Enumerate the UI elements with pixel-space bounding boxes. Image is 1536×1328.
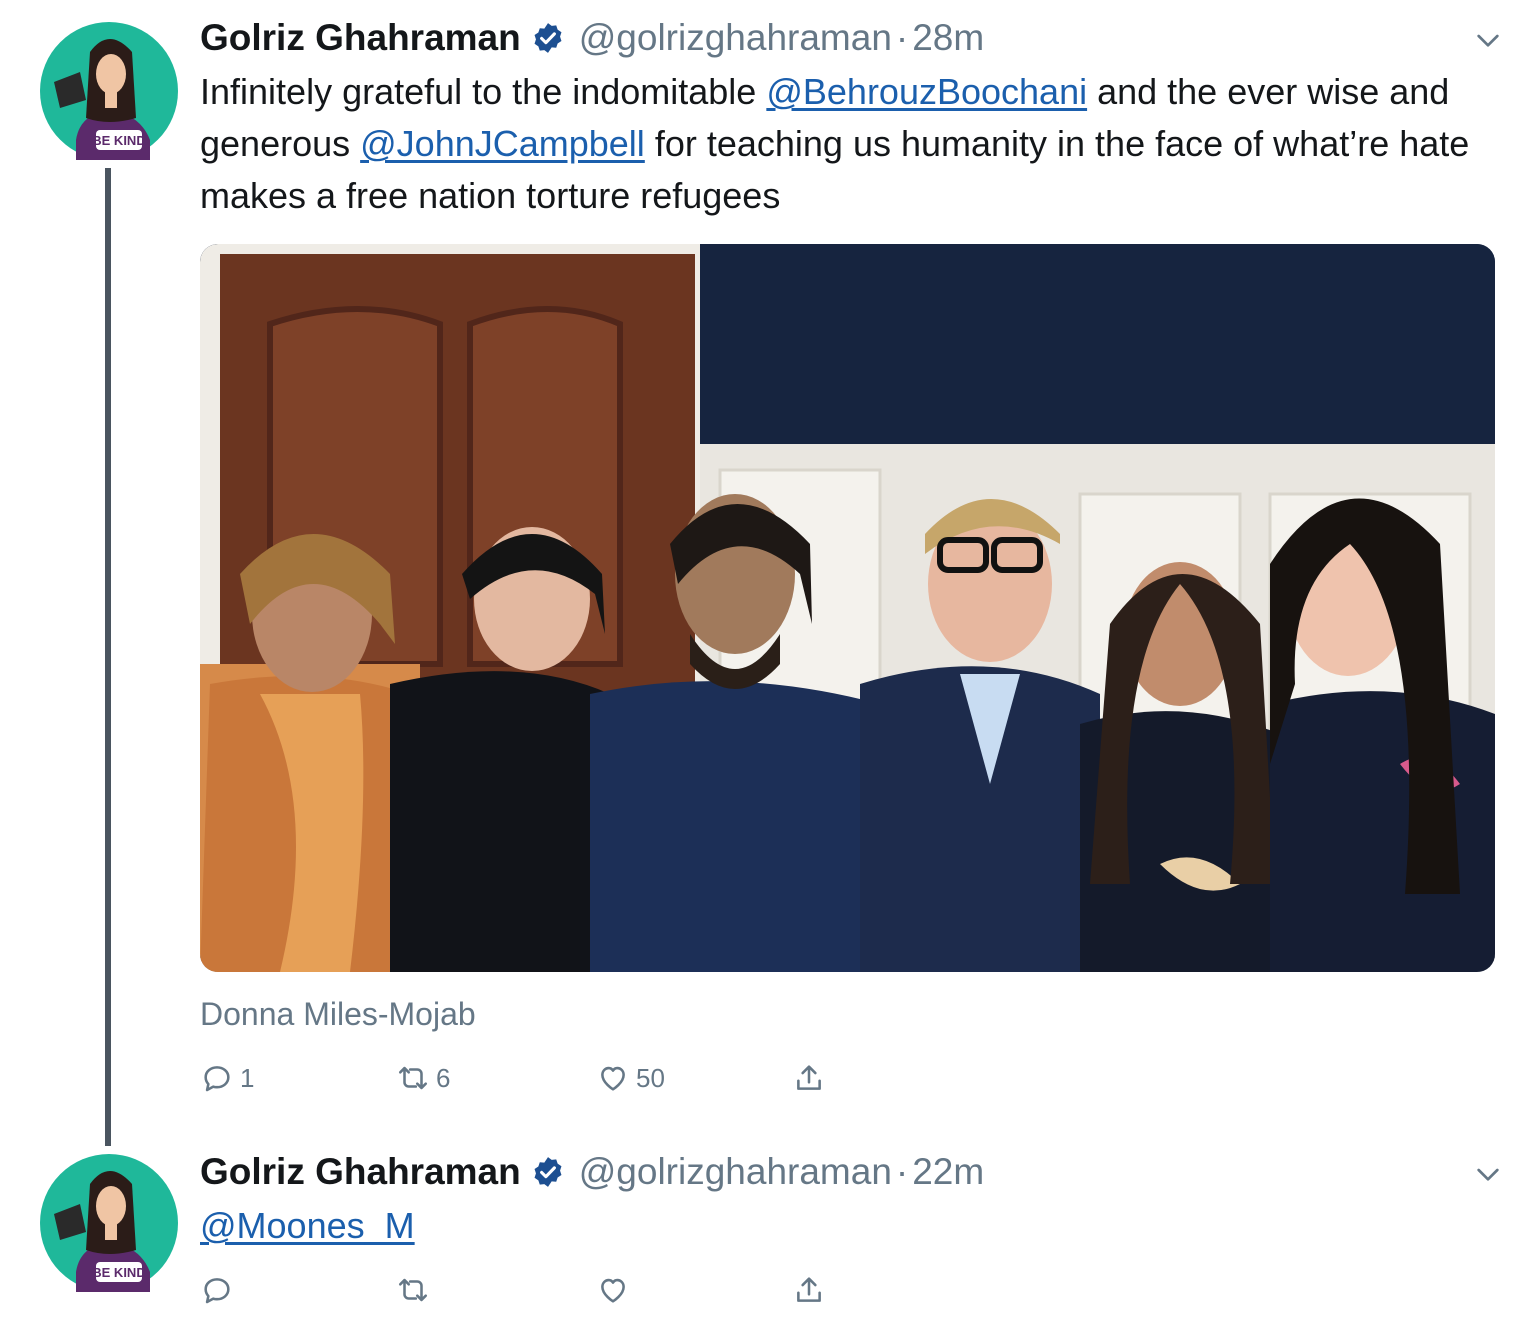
author-name[interactable]: Golriz Ghahraman <box>200 17 521 59</box>
reply-count: 1 <box>240 1062 255 1093</box>
verified-badge-icon <box>531 21 565 55</box>
retweet-button[interactable] <box>396 1268 436 1312</box>
thread-connector <box>105 168 111 1146</box>
reply-button[interactable]: 1 <box>200 1056 254 1100</box>
share-icon <box>797 1277 821 1302</box>
share-icon <box>797 1065 821 1090</box>
text-segment: Infinitely grateful to the indomitable <box>200 71 767 112</box>
avatar[interactable]: BE KIND <box>40 1154 178 1292</box>
mention-link[interactable]: @Moones_M <box>200 1205 415 1246</box>
chevron-down-icon[interactable] <box>1472 24 1504 56</box>
like-button[interactable] <box>596 1268 636 1312</box>
tweet[interactable]: BE KIND Golriz Ghahraman @golrizghahrama… <box>0 1140 1536 1328</box>
separator-dot: · <box>895 1151 909 1192</box>
chevron-down-icon[interactable] <box>1472 1158 1504 1190</box>
share-button[interactable] <box>792 1268 832 1312</box>
reply-icon <box>204 1066 230 1092</box>
retweet-icon <box>398 1066 428 1090</box>
reply-button[interactable] <box>200 1268 240 1312</box>
reply-icon <box>204 1278 230 1304</box>
separator-dot: · <box>895 17 909 58</box>
tweet-text: @Moones_M <box>200 1200 1500 1252</box>
action-bar <box>200 1268 900 1312</box>
tweet-time[interactable]: 28m <box>912 17 984 59</box>
avatar-badge-text: BE KIND <box>92 133 145 148</box>
retweet-button[interactable]: 6 <box>396 1056 450 1100</box>
author-handle[interactable]: @golrizghahraman <box>579 17 892 59</box>
heart-icon <box>601 1066 625 1091</box>
like-button[interactable]: 50 <box>596 1056 665 1100</box>
avatar-badge-text: BE KIND <box>92 1265 145 1280</box>
tweet-header: Golriz Ghahraman @golrizghahraman · 28m <box>200 16 984 60</box>
share-button[interactable] <box>792 1056 832 1100</box>
tweet[interactable]: BE KIND Golriz Ghahraman @golrizghahrama… <box>0 0 1536 1146</box>
heart-icon <box>601 1278 625 1303</box>
action-bar: 1 6 50 <box>200 1056 900 1100</box>
tweet-text: Infinitely grateful to the indomitable @… <box>200 66 1500 222</box>
like-count: 50 <box>636 1062 665 1093</box>
verified-badge-icon <box>531 1155 565 1189</box>
tweet-header: Golriz Ghahraman @golrizghahraman · 22m <box>200 1150 984 1194</box>
mention-link[interactable]: @BehrouzBoochani <box>766 71 1087 112</box>
author-handle[interactable]: @golrizghahraman <box>579 1151 892 1193</box>
retweet-icon <box>398 1278 428 1302</box>
tweet-time[interactable]: 22m <box>912 1151 984 1193</box>
tweet-photo[interactable] <box>200 244 1495 972</box>
mention-link[interactable]: @JohnJCampbell <box>360 123 645 164</box>
photo-tag-caption[interactable]: Donna Miles-Mojab <box>200 996 476 1033</box>
avatar[interactable]: BE KIND <box>40 22 178 160</box>
retweet-count: 6 <box>436 1062 451 1093</box>
author-name[interactable]: Golriz Ghahraman <box>200 1151 521 1193</box>
